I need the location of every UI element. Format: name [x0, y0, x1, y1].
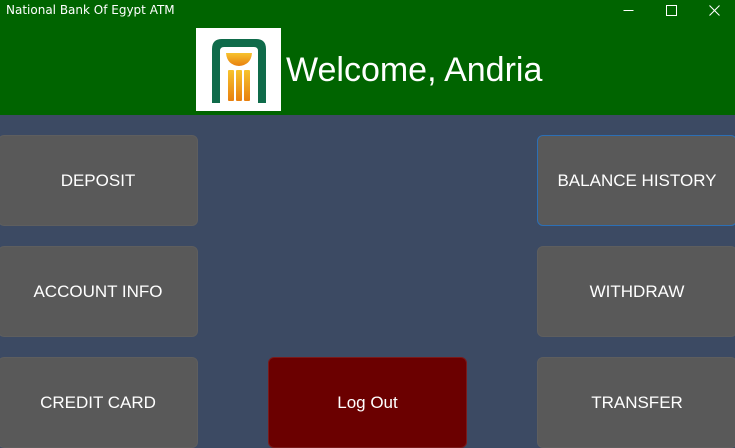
transfer-button[interactable]: TRANSFER: [537, 357, 735, 448]
balance-history-button[interactable]: BALANCE HISTORY: [537, 135, 735, 226]
close-icon: [708, 4, 720, 16]
minimize-icon: [623, 9, 633, 11]
deposit-button[interactable]: DEPOSIT: [0, 135, 198, 226]
bank-logo: [196, 28, 281, 111]
account-info-button[interactable]: ACCOUNT INFO: [0, 246, 198, 337]
welcome-message: Welcome, Andria: [286, 51, 543, 89]
minimize-button[interactable]: [606, 0, 650, 20]
window-title: National Bank Of Egypt ATM: [6, 3, 175, 17]
close-button[interactable]: [692, 0, 735, 20]
logout-button[interactable]: Log Out: [268, 357, 467, 448]
withdraw-button[interactable]: WITHDRAW: [537, 246, 735, 337]
maximize-button[interactable]: [649, 0, 693, 20]
credit-card-button[interactable]: CREDIT CARD: [0, 357, 198, 448]
maximize-icon: [665, 4, 677, 16]
header-banner: National Bank Of Egypt ATM Welcome, Andr…: [0, 0, 735, 115]
nbe-logo-icon: [211, 38, 266, 103]
